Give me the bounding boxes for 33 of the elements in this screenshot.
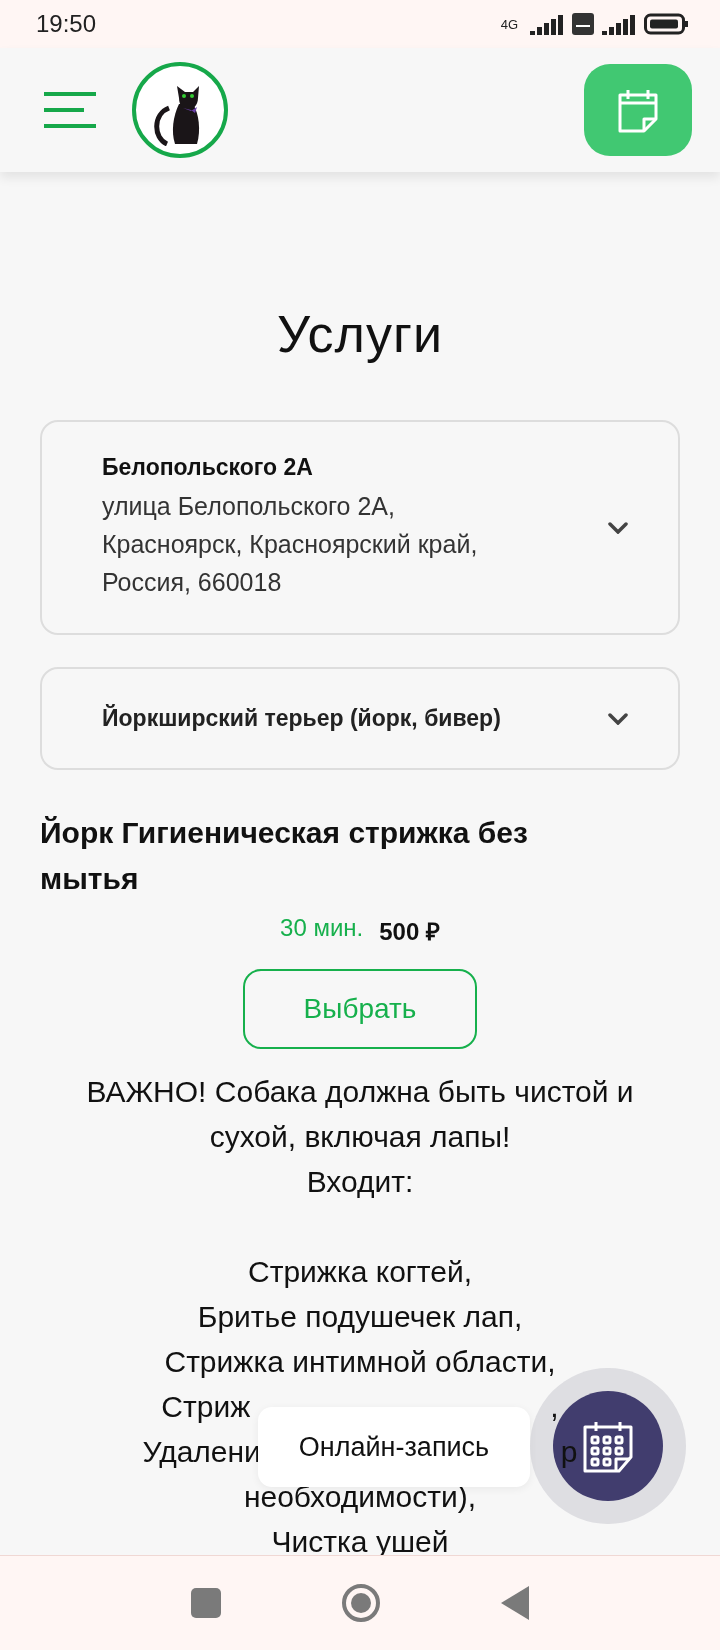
booking-button[interactable] bbox=[584, 64, 692, 156]
description-line: Входит: bbox=[306, 1165, 414, 1198]
calendar-icon bbox=[582, 1419, 634, 1473]
description-line: Стрижка когтей, bbox=[248, 1255, 472, 1288]
status-time: 19:50 bbox=[36, 10, 97, 38]
calendar-icon bbox=[616, 87, 660, 133]
service-price: 500 ₽ bbox=[379, 917, 440, 947]
back-icon[interactable] bbox=[501, 1586, 529, 1620]
location-address: улица Белопольского 2А, Красноярск, Красноярский край, Россия, 660018 bbox=[102, 491, 479, 598]
page-title: Услуги bbox=[277, 304, 443, 364]
description-line: Чистка ушей bbox=[271, 1525, 449, 1558]
description-line: Стрижка интимной области, bbox=[164, 1345, 556, 1378]
description-fragment: Стриж bbox=[161, 1390, 251, 1423]
location-name: Белопольского 2А bbox=[102, 454, 314, 481]
description-line: сухой, включая лапы! bbox=[209, 1120, 511, 1153]
description-fragment: Удалени bbox=[142, 1435, 261, 1468]
menu-icon[interactable] bbox=[44, 92, 96, 128]
breed-select[interactable]: Йоркширский терьер (йорк, бивер) bbox=[40, 667, 680, 770]
service-duration: 30 мин. bbox=[280, 914, 364, 943]
recent-apps-icon[interactable] bbox=[191, 1588, 221, 1618]
service-title: Йорк Гигиеническая стрижка без мытья bbox=[40, 815, 529, 897]
online-booking-toast[interactable]: Онлайн-запись bbox=[258, 1407, 530, 1487]
chevron-down-icon bbox=[608, 521, 628, 534]
network-type: 4G bbox=[500, 16, 518, 32]
signal-icon bbox=[602, 13, 636, 35]
home-icon[interactable] bbox=[341, 1583, 381, 1623]
description-line: Бритье подушечек лап, bbox=[197, 1300, 523, 1333]
battery-icon bbox=[644, 13, 690, 35]
description-fragment: р bbox=[560, 1435, 578, 1468]
chevron-down-icon bbox=[608, 712, 628, 725]
description-fragment: , bbox=[550, 1390, 559, 1423]
description-line: ВАЖНО! Собака должна быть чистой и bbox=[86, 1075, 634, 1108]
location-select[interactable]: Белопольского 2А улица Белопольского 2А, Красноярск, Красноярский край, Россия, 660018 bbox=[40, 420, 680, 635]
